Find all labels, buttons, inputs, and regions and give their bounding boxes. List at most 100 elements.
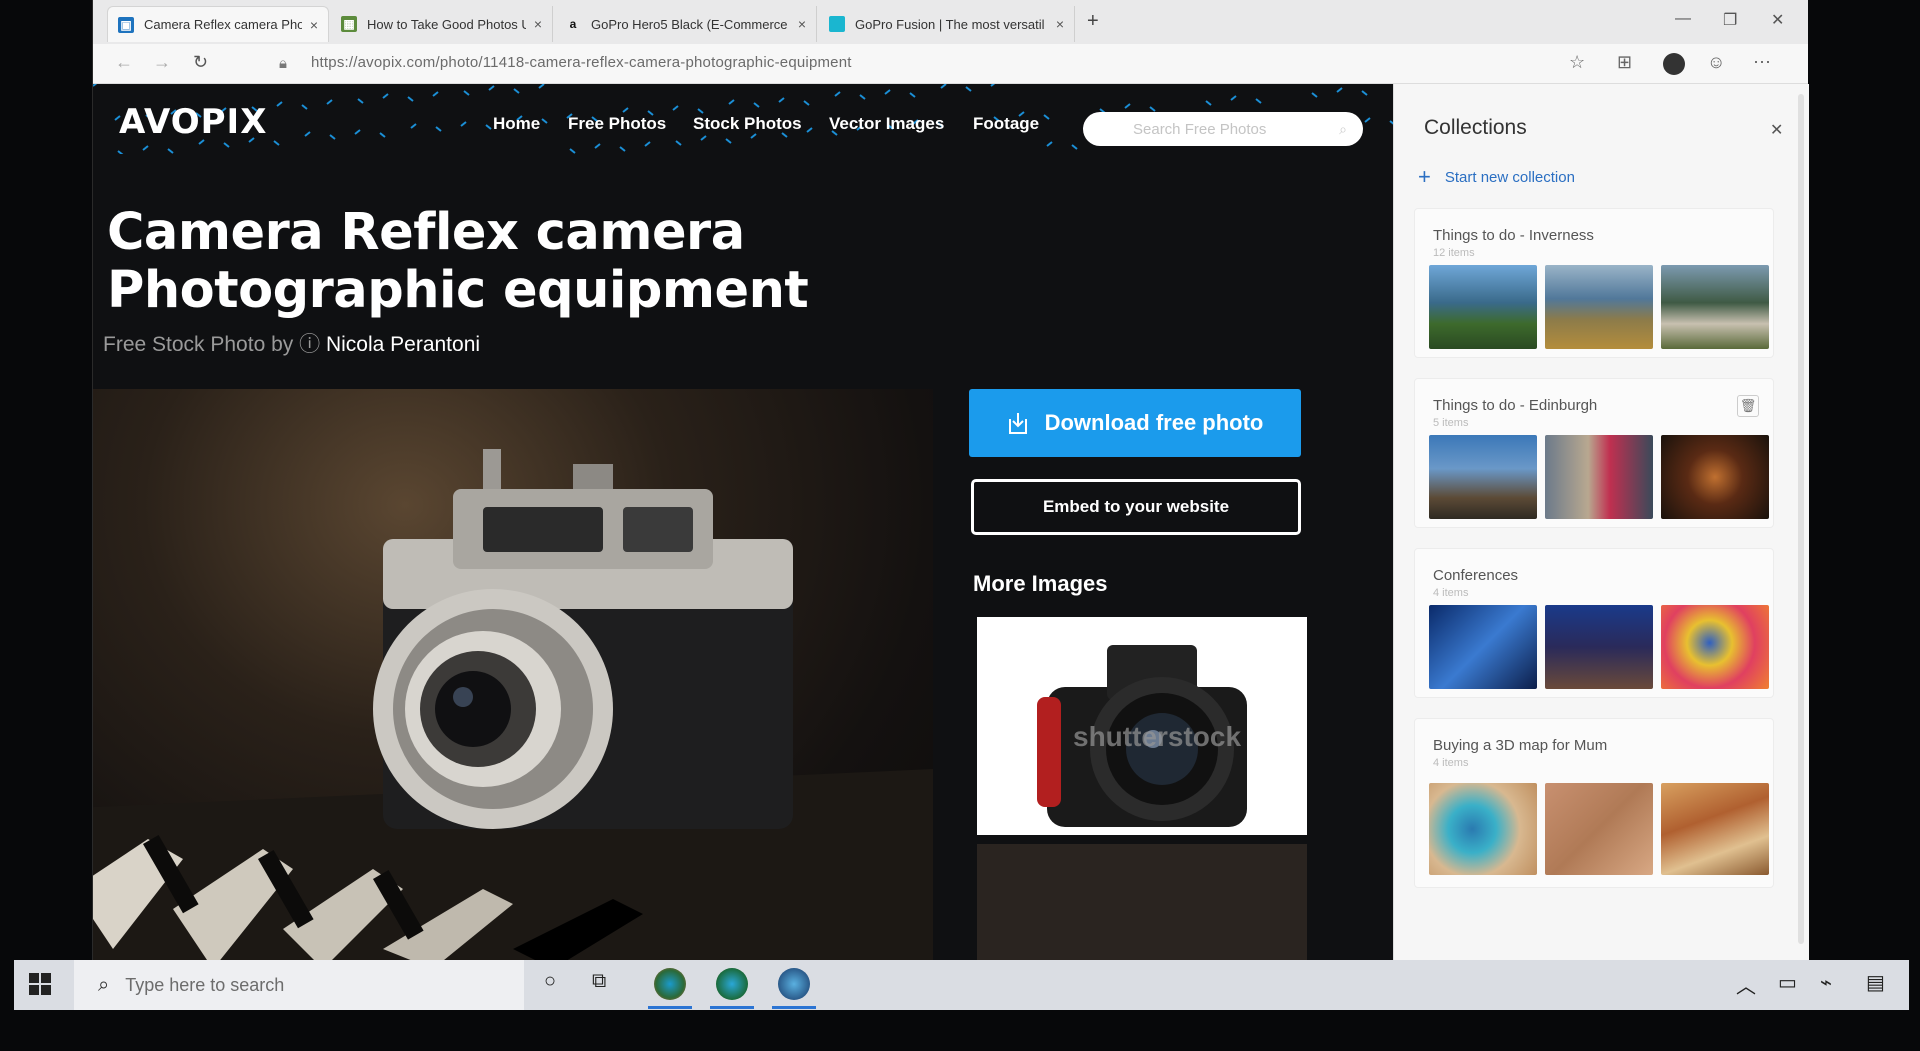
url-field[interactable]: https://avopix.com/photo/11418-camera-re… — [311, 54, 852, 71]
collection-thumbnail[interactable] — [1429, 783, 1537, 875]
close-window-icon[interactable]: ✕ — [1771, 10, 1784, 30]
download-free-photo-button[interactable]: Download free photo — [969, 389, 1301, 457]
author-link[interactable]: Nicola Perantoni — [326, 333, 480, 356]
more-image-thumbnail-2[interactable] — [977, 844, 1307, 960]
tab-close-icon[interactable]: × — [1056, 16, 1064, 32]
collection-card[interactable]: Buying a 3D map for Mum 4 items — [1414, 718, 1774, 888]
collections-title: Collections — [1424, 116, 1527, 139]
collection-name: Things to do - Inverness — [1433, 227, 1594, 244]
download-icon — [1008, 413, 1027, 434]
collection-thumbnail[interactable] — [1429, 435, 1537, 519]
tab-bar: ▣ Camera Reflex camera Photogra × ▦ How … — [93, 0, 1808, 44]
profile-avatar[interactable] — [1663, 53, 1685, 75]
more-image-thumbnail[interactable]: shutterstock — [977, 617, 1307, 835]
collection-count: 12 items — [1433, 247, 1475, 259]
minimize-icon[interactable]: — — [1675, 10, 1691, 28]
tab-gopro-hero5[interactable]: a GoPro Hero5 Black (E-Commerce × — [555, 6, 817, 42]
collections-pane: Collections ✕ + Start new collection Thi… — [1393, 84, 1809, 960]
windows-start-icon[interactable] — [28, 972, 52, 996]
collections-icon[interactable]: ⊞ — [1617, 52, 1632, 73]
desktop-screen: ▣ Camera Reflex camera Photogra × ▦ How … — [0, 0, 1920, 1051]
browser-window: ▣ Camera Reflex camera Photogra × ▦ How … — [92, 0, 1809, 960]
tab-close-icon[interactable]: × — [310, 17, 318, 33]
collection-thumbnail[interactable] — [1545, 435, 1653, 519]
nav-stock-photos[interactable]: Stock Photos — [693, 114, 802, 134]
site-search-input[interactable]: Search Free Photos ⌕ — [1083, 112, 1363, 146]
active-app-indicator — [710, 1006, 754, 1009]
nav-home[interactable]: Home — [493, 114, 540, 134]
nav-vector-images[interactable]: Vector Images — [829, 114, 944, 134]
active-app-indicator — [772, 1006, 816, 1009]
tab-how-to-take-photos[interactable]: ▦ How to Take Good Photos Using × — [331, 6, 553, 42]
collection-count: 4 items — [1433, 757, 1469, 769]
byline: Free Stock Photo by ⓘ Nicola Perantoni — [103, 328, 480, 358]
web-page: AVOPIX Home Free Photos Stock Photos Vec… — [93, 84, 1393, 960]
image-favicon-icon: ▦ — [341, 16, 357, 32]
collection-thumbnail[interactable] — [1429, 265, 1537, 349]
close-icon[interactable]: ✕ — [1770, 120, 1783, 140]
nav-footage[interactable]: Footage — [973, 114, 1039, 134]
collection-thumbnail[interactable] — [1661, 605, 1769, 689]
hero-photo[interactable] — [93, 389, 933, 960]
more-images-heading: More Images — [973, 571, 1108, 596]
collection-card[interactable]: Things to do - Inverness 12 items — [1414, 208, 1774, 358]
active-app-indicator — [648, 1006, 692, 1009]
delete-collection-icon[interactable]: 🗑︎ — [1737, 395, 1759, 417]
avopix-favicon-icon: ▣ — [118, 16, 134, 33]
more-menu-icon[interactable]: ⋯ — [1753, 52, 1771, 73]
gopro-favicon-icon — [829, 16, 845, 32]
task-view-icon[interactable]: ⧉ — [592, 970, 606, 993]
maximize-icon[interactable]: ❐ — [1723, 10, 1737, 30]
collection-name: Conferences — [1433, 567, 1519, 584]
tab-title: How to Take Good Photos Using — [367, 16, 526, 32]
collection-thumbnail[interactable] — [1661, 783, 1769, 875]
camera-illustration — [93, 449, 933, 960]
collection-thumbnails — [1429, 783, 1769, 875]
taskbar-search-box[interactable]: ⌕ Type here to search — [74, 960, 524, 1010]
embed-to-website-button[interactable]: Embed to your website — [971, 479, 1301, 535]
battery-icon[interactable]: ▭ — [1778, 970, 1797, 995]
taskbar-search-placeholder: Type here to search — [125, 974, 285, 995]
edge-app-icon[interactable] — [654, 968, 686, 1000]
watermark: shutterstock — [1073, 721, 1242, 752]
tab-gopro-fusion[interactable]: GoPro Fusion | The most versatil × — [819, 6, 1075, 42]
feedback-smiley-icon[interactable]: ☺ — [1707, 52, 1725, 73]
collection-thumbnail[interactable] — [1545, 783, 1653, 875]
collection-name: Things to do - Edinburgh — [1433, 397, 1598, 414]
forward-icon[interactable]: → — [153, 52, 171, 73]
collection-thumbnail[interactable] — [1429, 605, 1537, 689]
tab-close-icon[interactable]: × — [798, 16, 806, 32]
tab-avopix[interactable]: ▣ Camera Reflex camera Photogra × — [107, 6, 329, 42]
collection-thumbnails — [1429, 435, 1769, 519]
tab-title: GoPro Fusion | The most versatil — [855, 16, 1045, 32]
tab-title: GoPro Hero5 Black (E-Commerce — [591, 16, 788, 32]
network-icon[interactable]: ⌁ — [1820, 970, 1832, 995]
nav-free-photos[interactable]: Free Photos — [568, 114, 666, 134]
search-placeholder: Search Free Photos — [1133, 120, 1267, 138]
collection-thumbnail[interactable] — [1545, 605, 1653, 689]
favorite-star-icon[interactable]: ☆ — [1569, 52, 1585, 73]
collection-thumbnails — [1429, 605, 1769, 689]
lock-icon: 🔒︎ — [279, 55, 287, 72]
cortana-icon[interactable]: ○ — [544, 970, 556, 993]
collection-thumbnail[interactable] — [1661, 265, 1769, 349]
edge-app-icon-3[interactable] — [778, 968, 810, 1000]
collection-count: 5 items — [1433, 417, 1469, 429]
collection-card[interactable]: Conferences 4 items — [1414, 548, 1774, 698]
back-icon[interactable]: ← — [115, 52, 133, 73]
chevron-up-icon[interactable]: ︿ — [1736, 970, 1756, 999]
search-icon[interactable]: ⌕ — [1339, 121, 1347, 138]
edge-app-icon-2[interactable] — [716, 968, 748, 1000]
collection-thumbnail[interactable] — [1661, 435, 1769, 519]
collection-card[interactable]: Things to do - Edinburgh 5 items 🗑︎ — [1414, 378, 1774, 528]
refresh-icon[interactable]: ↻ — [193, 52, 208, 73]
collections-scrollbar[interactable] — [1798, 94, 1804, 944]
address-bar: ← → ↻ 🔒︎ https://avopix.com/photo/11418-… — [93, 44, 1808, 84]
action-center-icon[interactable]: ▤ — [1866, 970, 1885, 995]
start-new-collection-button[interactable]: + Start new collection — [1418, 164, 1575, 190]
windows-taskbar: ⌕ Type here to search ○ ⧉ ︿ ▭ ⌁ ▤ — [14, 960, 1909, 1010]
tab-close-icon[interactable]: × — [534, 16, 542, 32]
new-tab-button[interactable]: + — [1087, 10, 1099, 33]
avopix-logo[interactable]: AVOPIX — [119, 102, 267, 142]
collection-thumbnail[interactable] — [1545, 265, 1653, 349]
